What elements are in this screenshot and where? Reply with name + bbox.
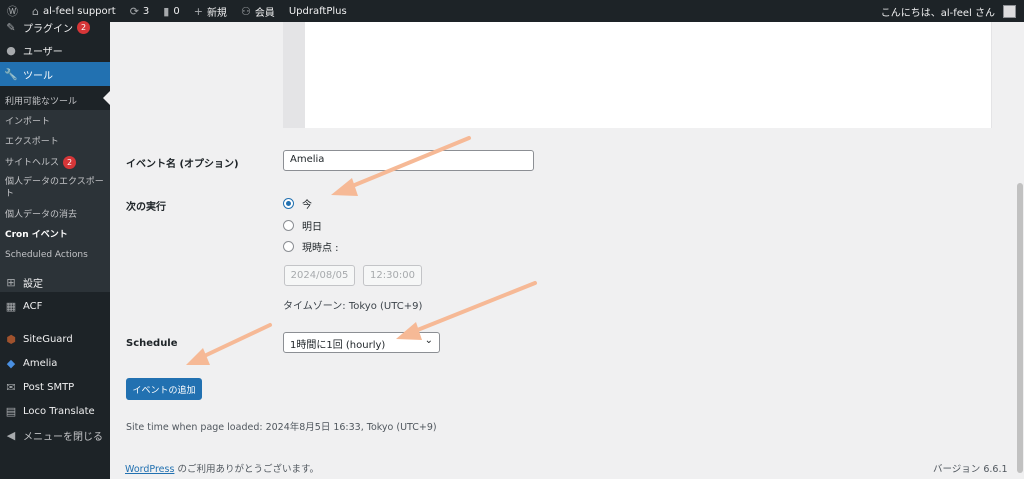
radio-now[interactable] bbox=[283, 198, 294, 209]
plus-icon: + bbox=[193, 4, 203, 18]
active-menu-pointer bbox=[103, 91, 110, 105]
members-icon: ⚇ bbox=[240, 4, 251, 18]
admin-sidebar: ✎ プラグイン 2 ● ユーザー 🔧 ツール 利用可能なツール インポート エク… bbox=[0, 20, 110, 479]
next-run-custom-option[interactable]: 現時点 : bbox=[283, 239, 339, 254]
add-event-button[interactable]: イベントの追加 bbox=[126, 378, 202, 400]
radio-tomorrow[interactable] bbox=[283, 220, 294, 231]
collapse-icon: ◀ bbox=[6, 428, 16, 442]
mail-icon: ✉ bbox=[6, 380, 16, 394]
avatar bbox=[1003, 4, 1016, 18]
siteguard-icon: ⬢ bbox=[6, 332, 16, 346]
schedule-select[interactable]: 1時間に1回 (hourly) ⌄ bbox=[283, 332, 440, 353]
submenu-personal-export[interactable]: 個人データのエクスポート bbox=[5, 176, 105, 200]
settings-icon: ⊞ bbox=[6, 275, 16, 289]
next-run-tomorrow-option[interactable]: 明日 bbox=[283, 218, 322, 233]
code-editor-textarea[interactable] bbox=[305, 22, 991, 128]
acf-icon: ▦ bbox=[5, 299, 17, 313]
submenu-scheduled-actions[interactable]: Scheduled Actions bbox=[5, 249, 105, 261]
footer-version: バージョン 6.6.1 bbox=[933, 464, 1008, 475]
schedule-label: Schedule bbox=[126, 338, 178, 349]
code-editor-area bbox=[283, 22, 992, 128]
members-link[interactable]: ⚇ 会員 bbox=[234, 0, 282, 22]
event-name-label: イベント名 (オプション) bbox=[126, 159, 239, 170]
sidebar-item-users[interactable]: ● ユーザー bbox=[0, 38, 110, 62]
updates-link[interactable]: ⟳ 3 bbox=[123, 0, 157, 22]
amelia-icon: ◆ bbox=[6, 356, 16, 370]
radio-custom-time[interactable] bbox=[283, 241, 294, 252]
site-time-text: Site time when page loaded: 2024年8月5日 16… bbox=[126, 422, 437, 433]
new-content-link[interactable]: + 新規 bbox=[187, 0, 234, 22]
scrollbar-thumb[interactable] bbox=[1017, 183, 1023, 473]
plugin-icon: ✎ bbox=[6, 20, 16, 34]
comments-link[interactable]: ▮ 0 bbox=[156, 0, 186, 22]
my-account-link[interactable]: こんにちは、al-feel さん bbox=[874, 0, 1024, 22]
submenu-cron-events[interactable]: Cron イベント bbox=[5, 229, 105, 241]
page-scrollbar[interactable] bbox=[1016, 22, 1024, 479]
updraftplus-link[interactable]: UpdraftPlus bbox=[282, 0, 354, 22]
next-run-label: 次の実行 bbox=[126, 202, 166, 213]
site-health-badge: 2 bbox=[63, 156, 77, 169]
next-run-now-option[interactable]: 今 bbox=[283, 196, 312, 211]
timezone-text: タイムゾーン: Tokyo (UTC+9) bbox=[283, 301, 423, 312]
sidebar-item-amelia[interactable]: ◆ Amelia bbox=[0, 351, 110, 375]
users-icon: ● bbox=[6, 43, 16, 57]
update-icon: ⟳ bbox=[129, 4, 139, 18]
collapse-menu-button[interactable]: ◀ メニューを閉じる bbox=[0, 423, 110, 447]
event-name-input[interactable]: Amelia bbox=[283, 150, 534, 171]
sidebar-item-loco-translate[interactable]: ▤ Loco Translate bbox=[0, 399, 110, 423]
submenu-import[interactable]: インポート bbox=[5, 116, 105, 128]
submenu-available-tools[interactable]: 利用可能なツール bbox=[5, 96, 105, 108]
plugins-update-badge: 2 bbox=[77, 20, 90, 34]
comment-icon: ▮ bbox=[163, 4, 170, 18]
footer-thanks: WordPress のご利用ありがとうございます。 bbox=[125, 464, 319, 475]
sidebar-item-tools[interactable]: 🔧 ツール bbox=[0, 62, 110, 86]
submenu-site-health[interactable]: サイトヘルス 2 bbox=[5, 156, 105, 169]
time-input[interactable]: 12:30:00 bbox=[363, 265, 422, 286]
submenu-export[interactable]: エクスポート bbox=[5, 136, 105, 148]
date-input[interactable]: 2024/08/05 bbox=[284, 265, 355, 286]
admin-bar: Ⓦ ⌂ al-feel support ⟳ 3 ▮ 0 + 新規 ⚇ 会員 Updraft… bbox=[0, 0, 1024, 22]
wordpress-footer-link[interactable]: WordPress bbox=[125, 464, 174, 475]
tools-submenu: 利用可能なツール インポート エクスポート サイトヘルス 2 個人データのエクスポ… bbox=[0, 97, 110, 292]
submenu-personal-erase[interactable]: 個人データの消去 bbox=[5, 209, 105, 221]
sidebar-item-siteguard[interactable]: ⬢ SiteGuard bbox=[0, 327, 110, 351]
chevron-down-icon: ⌄ bbox=[424, 335, 433, 346]
wrench-icon: 🔧 bbox=[4, 67, 18, 81]
translate-icon: ▤ bbox=[5, 404, 17, 418]
sidebar-item-post-smtp[interactable]: ✉ Post SMTP bbox=[0, 375, 110, 399]
sidebar-item-settings[interactable]: ⊞ 設定 bbox=[0, 270, 110, 294]
main-content bbox=[110, 22, 1024, 479]
sidebar-item-acf[interactable]: ▦ ACF bbox=[0, 294, 110, 318]
sidebar-item-plugins[interactable]: ✎ プラグイン 2 bbox=[0, 15, 110, 39]
